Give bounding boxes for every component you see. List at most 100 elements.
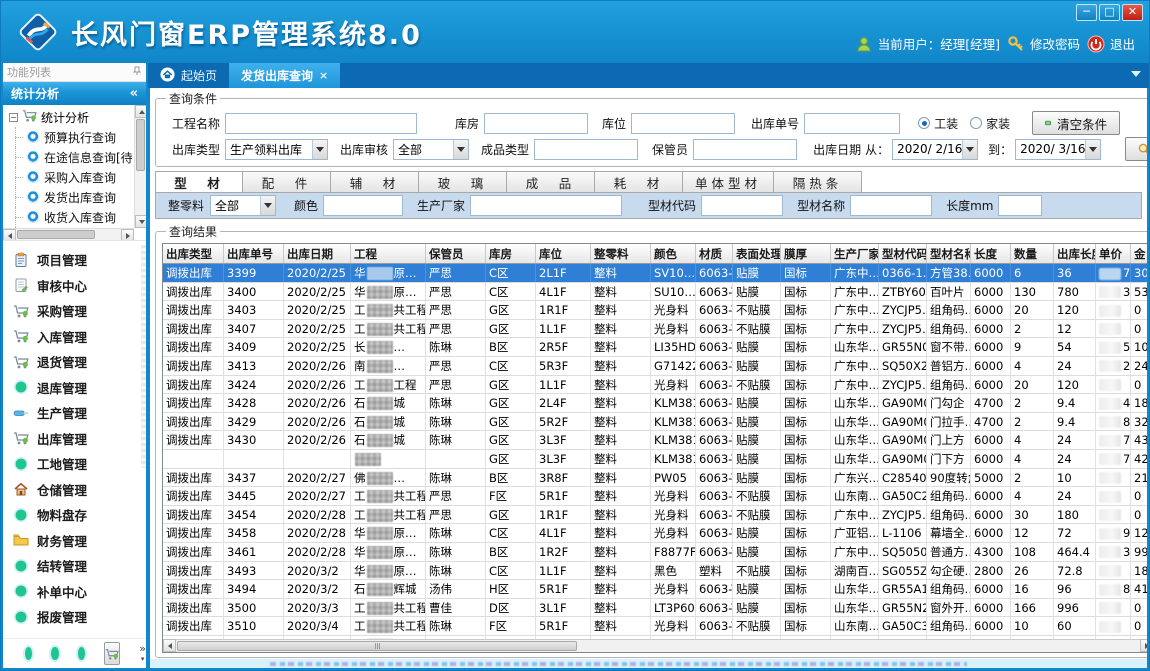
column-header[interactable]: 型材名称 [927, 244, 971, 263]
column-header[interactable]: 单价 [1096, 244, 1131, 263]
table-row[interactable]: G区3L3F整料KLM38176063-T5贴膜国标山东华…GA90M09.门下… [163, 450, 1149, 469]
tree-root-node[interactable]: − 统计分析 [3, 107, 134, 127]
table-row[interactable]: 调拨出库34292020/2/26石城陈琳G区5R2F整料KLM38176063… [163, 413, 1149, 432]
table-row[interactable]: 调拨出库34132020/2/26南…严思C区5R3F整料G714226063-… [163, 357, 1149, 376]
sidebar-item-12[interactable]: 财务管理 [13, 528, 146, 554]
table-row[interactable]: 调拨出库34612020/2/28华原…陈琳B区1R2F整料F8877FT606… [163, 543, 1149, 562]
footer-dot-icon[interactable] [78, 647, 85, 660]
product-type-input[interactable] [534, 139, 638, 160]
material-tab-3[interactable]: 辅 材 [331, 171, 419, 192]
column-header[interactable]: 型材代码 [879, 244, 927, 263]
scroll-left-icon[interactable] [3, 229, 16, 241]
footer-dot-icon[interactable] [25, 647, 32, 660]
sidebar-scrollbar[interactable] [141, 245, 146, 468]
column-header[interactable]: 出库长度 [1054, 244, 1096, 263]
material-tab-2[interactable]: 配 件 [243, 171, 331, 192]
table-row[interactable]: 调拨出库34372020/2/27佛…陈琳B区3R8F整料PW056063-T5… [163, 469, 1149, 488]
project-name-input[interactable] [225, 113, 417, 134]
outbound-type-select[interactable]: 生产领料出库 [225, 139, 328, 160]
sidebar-item-1[interactable]: 项目管理 [13, 247, 146, 273]
table-row[interactable]: 调拨出库34932020/3/2华原…陈琳C区1L1F整料黑色塑料不贴膜国标湖南… [163, 562, 1149, 581]
column-header[interactable]: 长度 [971, 244, 1011, 263]
table-row[interactable]: 调拨出库34452020/2/27工共工程严思F区5R1F整料光身料6063-T… [163, 487, 1149, 506]
maximize-button[interactable]: □ [1099, 4, 1120, 21]
sidebar-item-5[interactable]: 退货管理 [13, 349, 146, 375]
table-row[interactable]: 调拨出库34032020/2/25工共工程严思G区1R1F整料光身料6063-T… [163, 301, 1149, 320]
tree-item[interactable]: 收货入库查询 [3, 207, 134, 227]
tree-item[interactable]: 在途信息查询[待 [3, 147, 134, 167]
tree-item[interactable]: 发货出库查询 [3, 187, 134, 207]
sidebar-item-4[interactable]: 入库管理 [13, 324, 146, 350]
warehouse-input[interactable] [484, 113, 588, 134]
column-header[interactable]: 数量 [1011, 244, 1054, 263]
table-row[interactable]: 调拨出库34072020/2/25工共工程严思G区1L1F整料光身料6063-T… [163, 320, 1149, 339]
profile-name-input[interactable] [850, 195, 932, 216]
logout-button[interactable]: 退出 [1087, 34, 1135, 53]
profile-code-input[interactable] [701, 195, 783, 216]
sidebar-item-8[interactable]: 出库管理 [13, 426, 146, 452]
tree-horizontal-scrollbar[interactable] [3, 228, 134, 240]
tree-vertical-scrollbar[interactable] [134, 105, 146, 228]
order-no-input[interactable] [804, 113, 900, 134]
scroll-down-icon[interactable] [135, 215, 146, 228]
table-row[interactable]: 调拨出库33992020/2/25华原…严思C区2L1F整料SV10…6063-… [163, 264, 1149, 283]
tab-list-dropdown-icon[interactable] [1131, 71, 1141, 77]
pin-icon[interactable] [132, 66, 142, 79]
footer-cart-button[interactable] [104, 642, 120, 665]
search-button[interactable]: 查 询 [1125, 137, 1149, 161]
column-header[interactable]: 库位 [536, 244, 591, 263]
sidebar-item-7[interactable]: 生产管理 [13, 400, 146, 426]
date-from-select[interactable]: 2020/ 2/16 [892, 139, 978, 160]
column-header[interactable]: 表面处理 [733, 244, 781, 263]
column-header[interactable]: 出库单号 [224, 244, 284, 263]
clear-conditions-button[interactable]: 清空条件 [1032, 111, 1120, 135]
table-row[interactable]: 调拨出库34282020/2/26石城陈琳G区2L4F整料KLM38176063… [163, 394, 1149, 413]
sidebar-item-6[interactable]: 退库管理 [13, 375, 146, 401]
table-row[interactable]: 调拨出库34092020/2/25长…陈琳B区2R5F整料LI35HD6063-… [163, 338, 1149, 357]
radio-jiazhuang[interactable] [970, 117, 982, 129]
column-header[interactable]: 膜厚 [781, 244, 831, 263]
column-header[interactable]: 材质 [696, 244, 733, 263]
tree-item[interactable]: 采购入库查询 [3, 167, 134, 187]
sidebar-item-3[interactable]: 采购管理 [13, 298, 146, 324]
sidebar-item-13[interactable]: 结转管理 [13, 553, 146, 579]
collapse-icon[interactable]: « [130, 86, 138, 101]
tree-item[interactable]: 预算执行查询 [3, 127, 134, 147]
table-row[interactable]: 调拨出库34302020/2/26石城陈琳G区3L3F整料KLM38176063… [163, 431, 1149, 450]
table-row[interactable]: 调拨出库34582020/2/28华原…陈琳C区4L1F整料光身料6063-T5… [163, 524, 1149, 543]
column-header[interactable]: 库房 [486, 244, 536, 263]
sidebar-item-14[interactable]: 补单中心 [13, 579, 146, 605]
column-header[interactable]: 保管员 [426, 244, 486, 263]
table-row[interactable]: 调拨出库34942020/3/2石辉城汤伟H区5R1F整料光身料6063-T5贴… [163, 580, 1149, 599]
sidebar-item-10[interactable]: 仓储管理 [13, 477, 146, 503]
scroll-right-icon[interactable] [121, 229, 134, 241]
scroll-up-icon[interactable] [135, 105, 146, 118]
grid-horizontal-scrollbar[interactable] [163, 639, 1149, 652]
material-tab-8[interactable]: 隔热条 [774, 171, 862, 192]
material-tab-7[interactable]: 单体型材 [683, 171, 774, 192]
column-header[interactable]: 生产厂家 [831, 244, 879, 263]
footer-dot-icon[interactable] [51, 647, 58, 660]
tab-home[interactable]: 起始页 [148, 63, 229, 88]
sidebar-item-15[interactable]: 报废管理 [13, 604, 146, 630]
radio-gongzhuang[interactable] [918, 117, 930, 129]
color-input[interactable] [323, 195, 403, 216]
location-input[interactable] [631, 113, 735, 134]
close-button[interactable]: ✕ [1122, 4, 1143, 21]
material-tab-4[interactable]: 玻 璃 [419, 171, 507, 192]
keeper-input[interactable] [693, 139, 797, 160]
grid-hscroll-thumb[interactable] [177, 641, 577, 651]
scroll-right-icon[interactable] [1140, 639, 1149, 652]
sidebar-item-2[interactable]: 审核中心 [13, 273, 146, 299]
material-tab-1[interactable]: 型 材 [155, 171, 243, 192]
tree-vscroll-thumb[interactable] [136, 119, 145, 171]
column-header[interactable]: 出库日期 [284, 244, 351, 263]
table-row[interactable]: 调拨出库34002020/2/25华原…严思C区4L1F整料SU10…6063-… [163, 283, 1149, 302]
material-tab-6[interactable]: 耗 材 [595, 171, 683, 192]
table-row[interactable]: 调拨出库34242020/2/26工工程严思G区1L1F整料光身料6063-T5… [163, 376, 1149, 395]
column-header[interactable]: 金 [1131, 244, 1149, 263]
table-row[interactable]: 调拨出库35102020/3/4工共工程陈琳F区5R1F整料光身料6063-T5… [163, 617, 1149, 636]
tree-hscroll-thumb[interactable] [17, 230, 95, 239]
factory-input[interactable] [470, 195, 622, 216]
scroll-left-icon[interactable] [163, 639, 176, 652]
